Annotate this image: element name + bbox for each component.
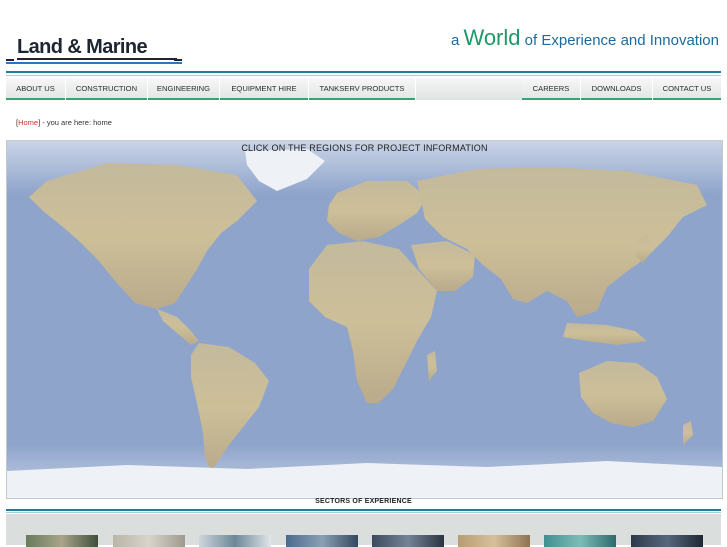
logo-text: Land & Marine (17, 36, 148, 58)
sector-thumbnail[interactable] (631, 535, 703, 547)
sector-thumbnail[interactable] (286, 535, 358, 547)
tagline: a World of Experience and Innovation (451, 25, 719, 51)
nav-item-construction[interactable]: Construction (66, 78, 148, 100)
breadcrumb: [Home] - you are here: home (16, 118, 112, 127)
world-map-graphic (7, 141, 722, 498)
header-divider (6, 71, 721, 73)
logo-rule-blue (6, 62, 182, 64)
tagline-world: World (463, 25, 521, 50)
breadcrumb-home-link[interactable]: Home (18, 118, 38, 127)
header-divider-light (6, 75, 721, 76)
sectors-divider-light (6, 512, 721, 513)
logo-rule (174, 59, 182, 61)
nav-right-group: Careers Downloads Contact Us (522, 78, 721, 100)
nav-item-about-us[interactable]: About Us (6, 78, 66, 100)
logo-rule (17, 58, 177, 60)
nav-item-contact-us[interactable]: Contact Us (653, 78, 721, 100)
nav-item-downloads[interactable]: Downloads (581, 78, 653, 100)
region-antarctica[interactable] (7, 461, 722, 498)
nav-left-group: About Us Construction Engineering Equipm… (6, 78, 416, 100)
nav-item-engineering[interactable]: Engineering (148, 78, 220, 100)
sector-thumbnail[interactable] (199, 535, 271, 547)
logo-rule (6, 59, 14, 61)
sector-thumbnail[interactable] (26, 535, 98, 547)
sectors-header: SECTORS OF EXPERIENCE (6, 497, 721, 508)
breadcrumb-location: ] - you are here: home (38, 118, 112, 127)
nav-item-tankserv-products[interactable]: Tankserv Products (309, 78, 416, 100)
main-navigation: About Us Construction Engineering Equipm… (6, 78, 721, 100)
sector-thumbnail[interactable] (372, 535, 444, 547)
sectors-title: SECTORS OF EXPERIENCE (315, 498, 412, 505)
sector-thumbnail[interactable] (113, 535, 185, 547)
sectors-divider (6, 509, 721, 511)
sectors-thumbnails (6, 514, 721, 547)
company-logo[interactable]: Land & Marine (6, 36, 182, 64)
map-caption: CLICK ON THE REGIONS FOR PROJECT INFORMA… (241, 143, 488, 153)
nav-item-equipment-hire[interactable]: Equipment Hire (220, 78, 309, 100)
sector-thumbnail[interactable] (544, 535, 616, 547)
nav-item-careers[interactable]: Careers (522, 78, 581, 100)
sector-thumbnail[interactable] (458, 535, 530, 547)
tagline-prefix: a (450, 32, 464, 49)
world-map: CLICK ON THE REGIONS FOR PROJECT INFORMA… (6, 140, 723, 499)
tagline-suffix: of Experience and Innovation (520, 32, 719, 49)
